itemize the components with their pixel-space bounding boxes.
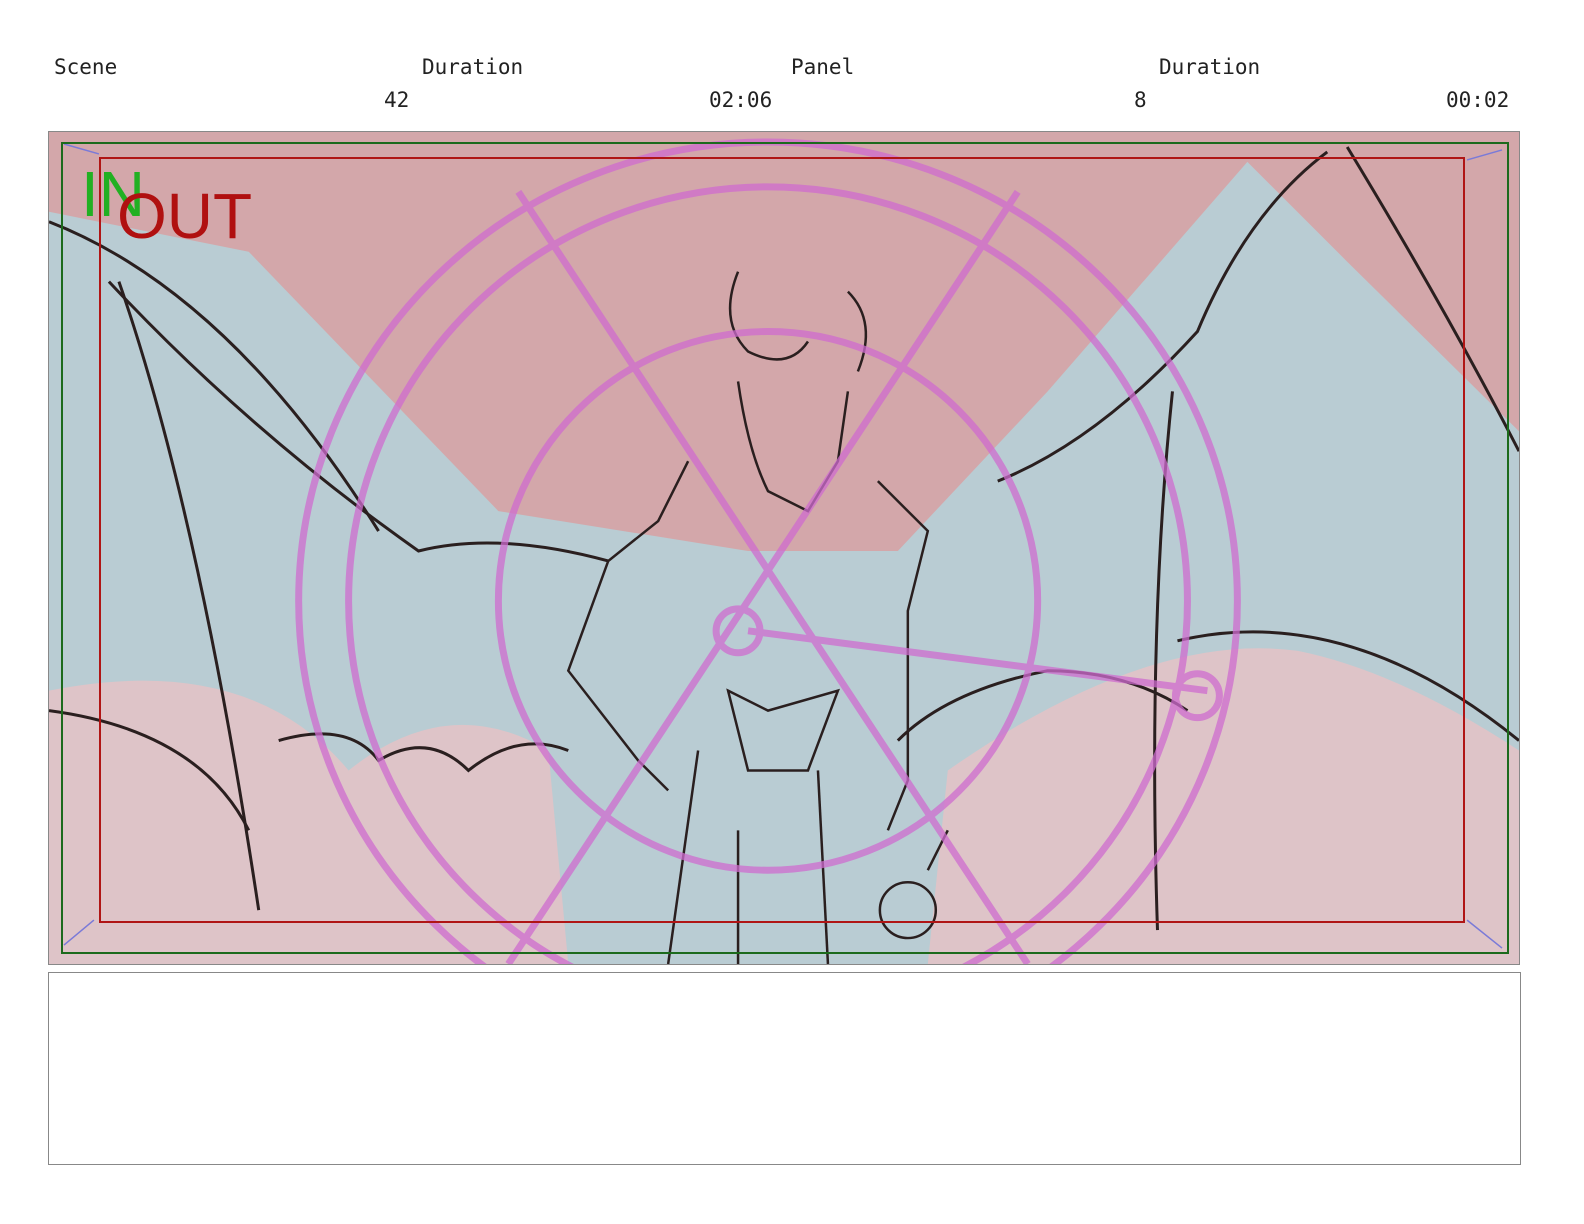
panel-duration-label: Duration [1159, 55, 1261, 79]
scene-duration-value: 02:06 [709, 88, 773, 112]
storyboard-panel[interactable]: IN OUT [48, 131, 1520, 965]
scene-label: Scene [54, 55, 118, 79]
out-tag: OUT [117, 180, 253, 252]
panel-notes-box[interactable] [48, 972, 1521, 1165]
panel-label: Panel [791, 55, 855, 79]
safe-frame-inner [99, 157, 1465, 923]
panel-number: 8 [1134, 88, 1147, 112]
scene-number: 42 [384, 88, 410, 112]
panel-duration-value: 00:02 [1446, 88, 1510, 112]
scene-duration-label: Duration [422, 55, 524, 79]
